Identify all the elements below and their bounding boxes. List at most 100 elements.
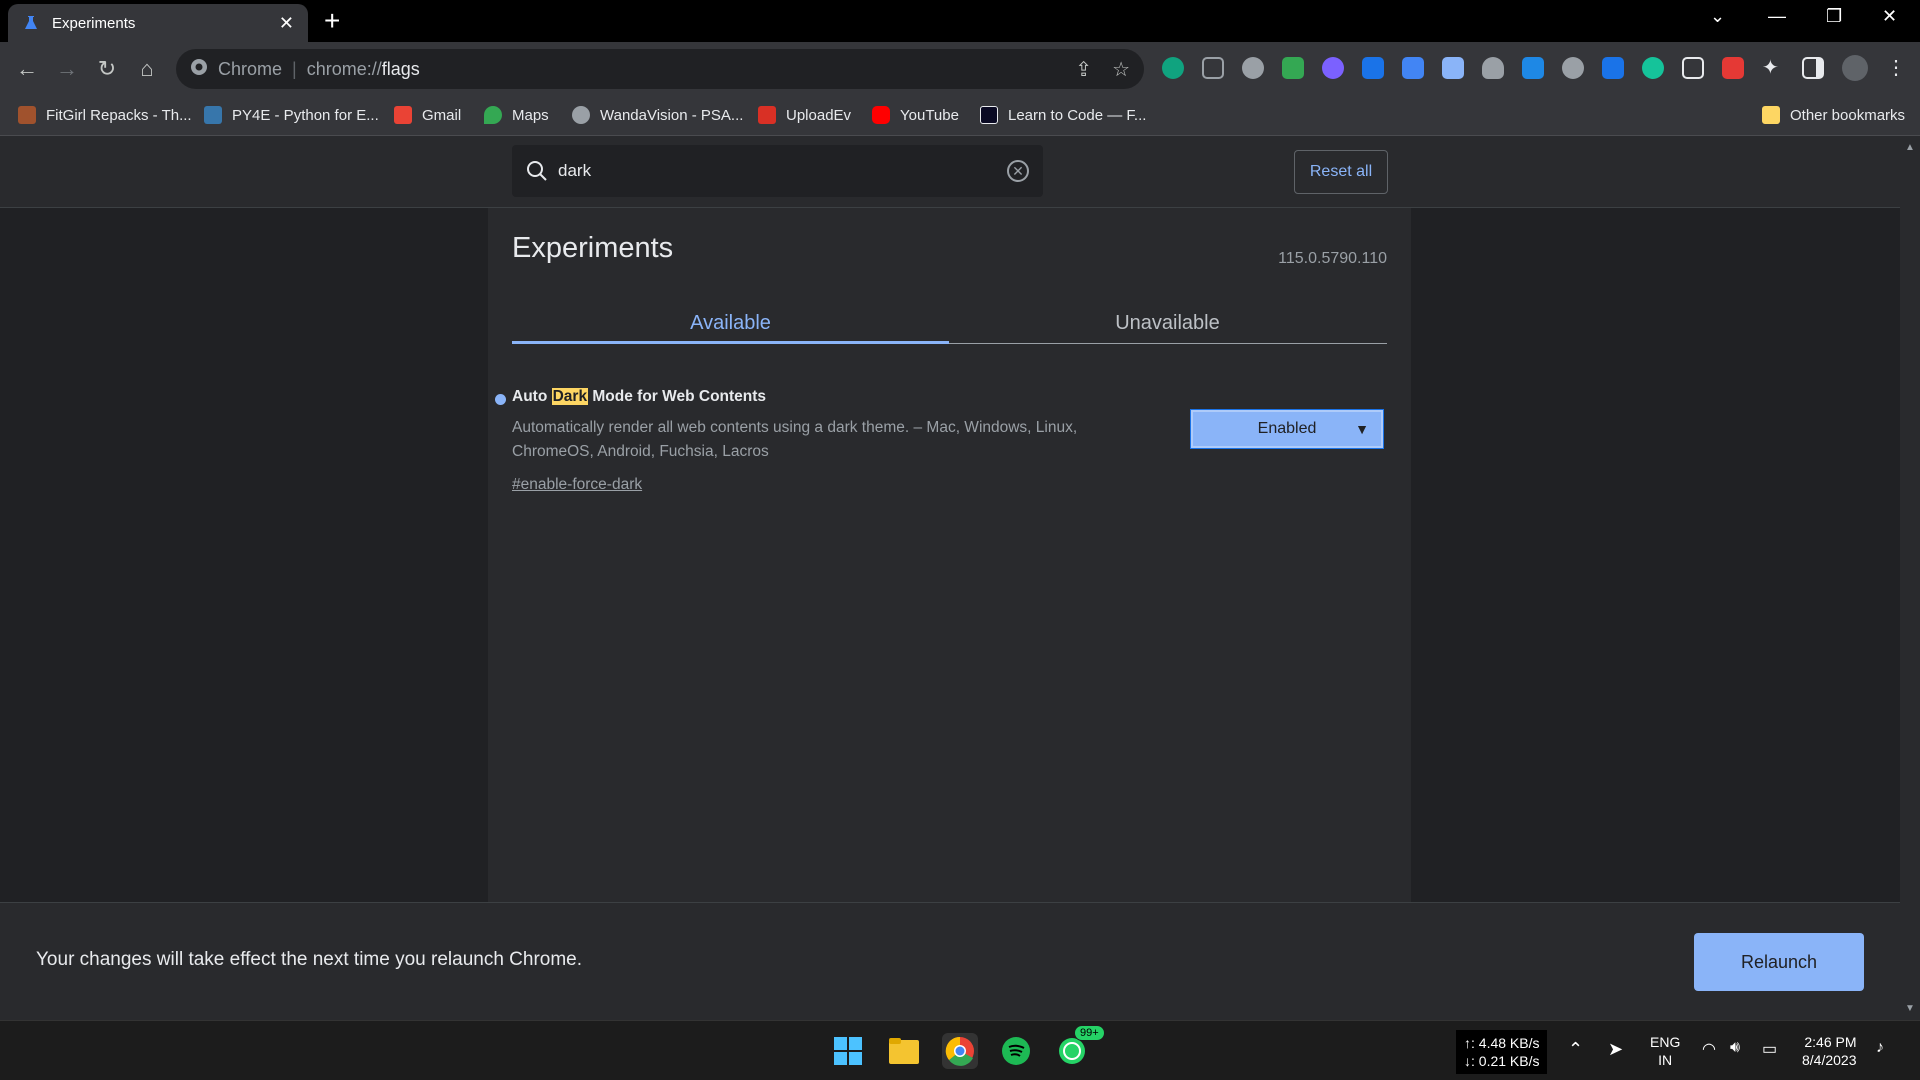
- file-explorer-icon[interactable]: [886, 1033, 922, 1069]
- volume-icon[interactable]: 🔊︎: [1730, 1039, 1740, 1057]
- restore-icon[interactable]: ❐: [1826, 6, 1842, 27]
- version-label: 115.0.5790.110: [1278, 250, 1387, 267]
- relaunch-footer: Your changes will take effect the next t…: [0, 902, 1900, 1020]
- close-tab-icon[interactable]: ✕: [279, 13, 294, 34]
- bookmark-item[interactable]: WandaVision - PSA...: [572, 106, 743, 124]
- address-bar[interactable]: Chrome | chrome://flags ⇪ ☆: [176, 49, 1144, 89]
- browser-toolbar: ← → ↻ ⌂ Chrome | chrome://flags ⇪ ☆ ✦ ⋮: [0, 42, 1920, 96]
- bookmark-item[interactable]: YouTube: [872, 106, 959, 124]
- search-input[interactable]: dark ✕: [512, 145, 1043, 197]
- tab-search-icon[interactable]: ⌄: [1710, 6, 1725, 27]
- chrome-taskbar-icon[interactable]: [942, 1033, 978, 1069]
- title-bar: Experiments ✕ + ⌄ — ❐ ✕: [0, 0, 1920, 42]
- experiments-panel: Experiments 115.0.5790.110 Available Una…: [488, 208, 1411, 902]
- reset-all-button[interactable]: Reset all: [1294, 150, 1388, 194]
- extension-google-translate-icon[interactable]: [1402, 57, 1424, 79]
- chevron-down-icon: ▼: [1355, 421, 1369, 437]
- extension-globe-icon[interactable]: [1322, 57, 1344, 79]
- extension-window-icon[interactable]: [1682, 57, 1704, 79]
- modified-indicator: [495, 394, 506, 405]
- new-tab-button[interactable]: +: [324, 6, 340, 36]
- flag-description: Automatically render all web contents us…: [512, 419, 1078, 460]
- notification-bell-icon[interactable]: ♪: [1876, 1039, 1884, 1057]
- extension-ublock-icon[interactable]: [1482, 57, 1504, 79]
- tab-unavailable[interactable]: Unavailable: [949, 286, 1386, 344]
- flask-icon: [22, 14, 40, 32]
- scrollbar[interactable]: ▲ ▼: [1900, 136, 1920, 1020]
- forward-icon[interactable]: →: [52, 54, 82, 84]
- extension-pocket-icon[interactable]: [1722, 57, 1744, 79]
- tab-available[interactable]: Available: [512, 286, 949, 344]
- youtube-icon: [872, 106, 890, 124]
- share-icon[interactable]: ⇪: [1075, 57, 1092, 82]
- notification-badge: 99+: [1074, 1025, 1105, 1041]
- extension-downloader-icon[interactable]: [1602, 57, 1624, 79]
- search-query: dark: [558, 161, 592, 180]
- language-indicator[interactable]: ENG IN: [1650, 1033, 1680, 1069]
- chrome-icon: [190, 58, 208, 81]
- chevron-up-icon[interactable]: ⌃: [1568, 1039, 1583, 1060]
- profile-avatar[interactable]: [1842, 55, 1868, 81]
- side-panel-icon[interactable]: [1802, 57, 1824, 79]
- location-icon[interactable]: ➤: [1608, 1039, 1623, 1060]
- scroll-down-icon[interactable]: ▼: [1905, 1003, 1915, 1014]
- scroll-up-icon[interactable]: ▲: [1905, 142, 1915, 153]
- extension-reader-icon[interactable]: [1202, 57, 1224, 79]
- wifi-icon[interactable]: ◠: [1702, 1039, 1716, 1059]
- browser-tab[interactable]: Experiments ✕: [8, 4, 308, 42]
- extension-cloud-icon[interactable]: [1242, 57, 1264, 79]
- page-title: Experiments: [512, 232, 674, 264]
- bookmark-item[interactable]: PY4E - Python for E...: [204, 106, 379, 124]
- tab-title: Experiments: [52, 14, 136, 32]
- back-icon[interactable]: ←: [12, 54, 42, 84]
- search-highlight: Dark: [551, 388, 589, 405]
- extension-bot-icon[interactable]: [1522, 57, 1544, 79]
- flag-title: Auto Dark Mode for Web Contents: [512, 388, 767, 405]
- bookmark-item[interactable]: Maps: [484, 106, 549, 124]
- bookmark-item[interactable]: Gmail: [394, 106, 461, 124]
- freecodecamp-icon: [980, 106, 998, 124]
- bookmarks-bar: FitGirl Repacks - Th... PY4E - Python fo…: [0, 96, 1920, 136]
- whatsapp-icon[interactable]: 99+: [1054, 1025, 1105, 1069]
- clear-search-icon[interactable]: ✕: [1007, 160, 1029, 182]
- folder-icon: [1762, 106, 1780, 124]
- uploadev-icon: [758, 106, 776, 124]
- relaunch-button[interactable]: Relaunch: [1694, 933, 1864, 991]
- reload-icon[interactable]: ↻: [92, 54, 122, 84]
- other-bookmarks[interactable]: Other bookmarks: [1762, 106, 1905, 124]
- globe-icon: [572, 106, 590, 124]
- left-background: [0, 208, 488, 902]
- extension-amazon-icon[interactable]: [1162, 57, 1184, 79]
- extension-grammarly-icon[interactable]: [1642, 57, 1664, 79]
- spotify-icon[interactable]: [998, 1033, 1034, 1069]
- bookmark-item[interactable]: FitGirl Repacks - Th...: [18, 106, 192, 124]
- extension-web-icon[interactable]: [1562, 57, 1584, 79]
- flag-permalink[interactable]: #enable-force-dark: [512, 476, 642, 494]
- separator: |: [292, 58, 297, 79]
- extension-warning-icon[interactable]: [1282, 57, 1304, 79]
- clock[interactable]: 2:46 PM 8/4/2023: [1802, 1033, 1857, 1069]
- flag-state-select[interactable]: Enabled ▼: [1190, 409, 1384, 449]
- minimize-icon[interactable]: —: [1768, 6, 1786, 27]
- bookmark-item[interactable]: UploadEv: [758, 106, 851, 124]
- search-icon: [526, 160, 548, 182]
- tabs: Available Unavailable: [512, 286, 1387, 344]
- bookmark-favicon-icon: [18, 106, 36, 124]
- home-icon[interactable]: ⌂: [132, 54, 162, 84]
- selected-option: Enabled: [1257, 420, 1317, 437]
- extensions-puzzle-icon[interactable]: ✦: [1762, 57, 1784, 79]
- flags-search-header: dark ✕ Reset all: [0, 136, 1900, 208]
- bookmark-item[interactable]: Learn to Code — F...: [980, 106, 1146, 124]
- extension-download-icon[interactable]: [1442, 57, 1464, 79]
- bookmark-star-icon[interactable]: ☆: [1112, 57, 1130, 82]
- right-background: [1411, 208, 1900, 902]
- windows-taskbar: 99+ ↑: 4.48 KB/s ↓: 0.21 KB/s ⌃ ➤ ENG IN…: [0, 1020, 1920, 1080]
- extension-translate-icon[interactable]: [1362, 57, 1384, 79]
- menu-kebab-icon[interactable]: ⋮: [1886, 57, 1908, 79]
- start-windows-icon[interactable]: [830, 1033, 866, 1069]
- battery-icon[interactable]: ▭: [1762, 1039, 1777, 1059]
- url-text[interactable]: chrome://flags: [307, 59, 420, 80]
- relaunch-message: Your changes will take effect the next t…: [36, 949, 583, 970]
- python-icon: [204, 106, 222, 124]
- close-window-icon[interactable]: ✕: [1882, 6, 1897, 27]
